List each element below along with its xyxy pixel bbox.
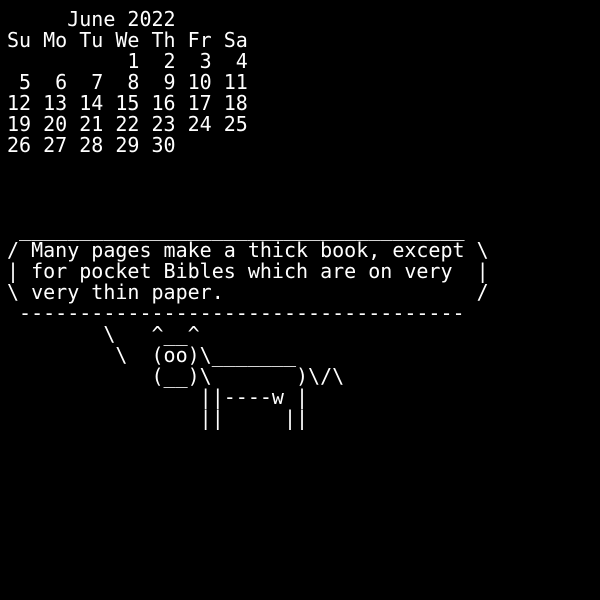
calendar-week-row: 1 2 3 4 (7, 49, 248, 73)
calendar-week-row: 26 27 28 29 30 (7, 133, 176, 157)
speech-bubble-bottom: ------------------------------------- (7, 301, 465, 325)
speech-bubble-line: \ very thin paper. / (7, 280, 489, 304)
calendar-week-row: 12 13 14 15 16 17 18 (7, 91, 248, 115)
speech-bubble-line: | for pocket Bibles which are on very | (7, 259, 489, 283)
calendar-week-row: 5 6 7 8 9 10 11 (7, 70, 248, 94)
calendar-title: June 2022 (7, 7, 176, 31)
cow-art-line: (__)\ )\/\ (7, 364, 345, 388)
cow-art-line: || || (7, 406, 309, 430)
speech-bubble-top: _____________________________________ (7, 217, 465, 241)
calendar-week-row: 19 20 21 22 23 24 25 (7, 112, 248, 136)
calendar-weekdays: Su Mo Tu We Th Fr Sa (7, 28, 248, 52)
speech-bubble-line: / Many pages make a thick book, except \ (7, 238, 489, 262)
cow-art-line: ||----w | (7, 385, 309, 409)
terminal-window[interactable]: June 2022 Su Mo Tu We Th Fr Sa 1 2 3 4 5… (0, 0, 600, 600)
cow-art-line: \ ^__^ (7, 322, 200, 346)
cow-art-line: \ (oo)\_______ (7, 343, 296, 367)
